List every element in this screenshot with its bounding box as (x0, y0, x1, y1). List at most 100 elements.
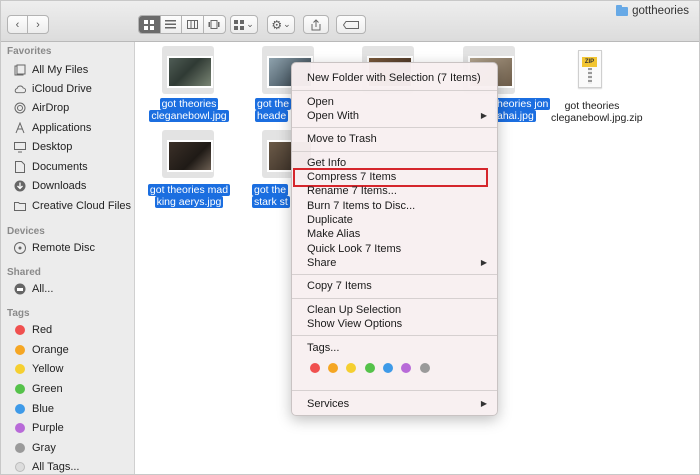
file-thumbnail (162, 130, 214, 178)
columns-icon (186, 20, 198, 29)
forward-button[interactable]: › (28, 16, 48, 33)
chevron-left-icon: ‹ (15, 18, 20, 31)
column-view-button[interactable] (182, 16, 204, 33)
menu-separator (292, 127, 497, 128)
desktop-icon (14, 141, 26, 153)
sidebar-item-label: Gray (32, 442, 56, 454)
documents-icon (14, 161, 26, 173)
menu-item-quick-look[interactable]: Quick Look 7 Items (307, 242, 401, 256)
submenu-arrow-icon: ▶ (480, 258, 487, 267)
menu-item-move-to-trash[interactable]: Move to Trash (307, 132, 377, 146)
zip-badge: ZIP (582, 57, 597, 67)
tag-dot-gray (15, 443, 25, 453)
sidebar-tag-yellow[interactable]: Yellow (14, 361, 63, 377)
sidebar-tag-blue[interactable]: Blue (14, 401, 54, 417)
files-icon (14, 64, 26, 76)
network-icon (14, 283, 26, 295)
sidebar-item-label: Green (32, 383, 63, 395)
sidebar-tag-orange[interactable]: Orange (14, 342, 69, 358)
menu-item-services[interactable]: Services (307, 397, 349, 411)
sidebar-item-label: All Tags... (32, 461, 80, 473)
sidebar-tag-all-tags[interactable]: All Tags... (14, 459, 80, 474)
disc-icon (14, 242, 26, 254)
sidebar-tag-green[interactable]: Green (14, 381, 63, 397)
sidebar-item-label: Yellow (32, 363, 64, 375)
cloud-icon (14, 83, 26, 95)
tag-icon (343, 20, 359, 29)
sidebar-item-label: All My Files (32, 64, 89, 76)
cover-flow-icon (208, 20, 220, 29)
menu-separator (292, 151, 497, 152)
view-switcher (138, 15, 226, 34)
menu-separator (292, 390, 497, 391)
sidebar-item-label: Blue (32, 403, 55, 415)
sidebar-item-applications[interactable]: Applications (14, 120, 91, 136)
sidebar-item-icloud-drive[interactable]: iCloud Drive (14, 81, 92, 97)
chevron-down-icon: ⌄ (283, 19, 291, 29)
sidebar: Favorites All My Files iCloud Drive AirD… (1, 42, 135, 474)
chevron-right-icon: › (36, 18, 40, 31)
gear-icon: ⚙ (271, 17, 283, 32)
menu-item-copy[interactable]: Copy 7 Items (307, 279, 372, 293)
sidebar-item-documents[interactable]: Documents (14, 159, 88, 175)
menu-item-duplicate[interactable]: Duplicate (307, 213, 353, 227)
nav-buttons: ‹ › (7, 15, 49, 34)
menu-separator (292, 274, 497, 275)
sidebar-tag-red[interactable]: Red (14, 322, 52, 338)
file-thumbnail (162, 46, 214, 94)
tag-dot-purple (15, 423, 25, 433)
sidebar-item-label: Creative Cloud Files (32, 200, 132, 212)
sidebar-item-shared-all[interactable]: All... (14, 281, 53, 297)
context-menu: New Folder with Selection (7 Items) Open… (291, 62, 498, 416)
zip-file-icon: ZIP (578, 50, 602, 88)
menu-item-open[interactable]: Open (307, 95, 334, 109)
icon-view-button[interactable] (139, 16, 161, 33)
menu-item-show-view-options[interactable]: Show View Options (307, 317, 402, 331)
menu-item-clean-up-selection[interactable]: Clean Up Selection (307, 303, 401, 317)
window-title-text: gottheories (632, 5, 689, 17)
sidebar-item-label: Desktop (32, 141, 73, 153)
menu-tag-blue[interactable] (383, 363, 393, 373)
file-name: got the stark st (252, 184, 290, 208)
sidebar-item-all-my-files[interactable]: All My Files (14, 62, 88, 78)
menu-item-share[interactable]: Share (307, 256, 336, 270)
share-button[interactable] (303, 15, 329, 34)
list-view-button[interactable] (161, 16, 182, 33)
cover-flow-view-button[interactable] (204, 16, 225, 33)
sidebar-item-downloads[interactable]: Downloads (14, 178, 86, 194)
sidebar-tag-gray[interactable]: Gray (14, 440, 56, 456)
edit-tags-button[interactable] (336, 15, 366, 34)
file-name: got the heade (255, 98, 292, 122)
applications-icon (14, 122, 26, 134)
toolbar: gottheories ‹ › ⌄ ⚙ ⌄ (1, 1, 699, 42)
sidebar-item-creative-cloud-files[interactable]: Creative Cloud Files (14, 198, 131, 214)
back-button[interactable]: ‹ (8, 16, 28, 33)
menu-item-open-with[interactable]: Open With (307, 109, 490, 123)
sidebar-header-favorites: Favorites (7, 46, 52, 57)
menu-tag-green[interactable] (365, 363, 375, 373)
sidebar-item-label: All... (32, 283, 54, 295)
menu-separator (292, 90, 497, 91)
file-name: got theories mad king aerys.jpg (147, 184, 231, 208)
menu-tag-purple[interactable] (401, 363, 411, 373)
menu-item-make-alias[interactable]: Make Alias (307, 227, 360, 241)
sidebar-item-remote-disc[interactable]: Remote Disc (14, 240, 95, 256)
chevron-down-icon: ⌄ (246, 19, 254, 29)
menu-tag-yellow[interactable] (346, 363, 356, 373)
sidebar-item-airdrop[interactable]: AirDrop (14, 100, 69, 116)
arrange-button[interactable]: ⌄ (230, 15, 258, 34)
action-button[interactable]: ⚙ ⌄ (267, 15, 295, 34)
sidebar-header-shared: Shared (7, 267, 41, 278)
menu-item-burn-to-disc[interactable]: Burn 7 Items to Disc... (307, 199, 415, 213)
menu-tag-red[interactable] (310, 363, 320, 373)
menu-tag-gray[interactable] (420, 363, 430, 373)
menu-item-rename[interactable]: Rename 7 Items... (307, 184, 397, 198)
sidebar-tag-purple[interactable]: Purple (14, 420, 64, 436)
menu-tag-orange[interactable] (328, 363, 338, 373)
sidebar-item-desktop[interactable]: Desktop (14, 139, 72, 155)
sidebar-item-label: Downloads (32, 180, 87, 192)
sidebar-item-label: Red (32, 324, 53, 336)
arrange-icon (234, 19, 245, 30)
menu-item-tags[interactable]: Tags... (307, 341, 339, 355)
menu-item-new-folder-with-selection[interactable]: New Folder with Selection (7 Items) (307, 71, 481, 85)
